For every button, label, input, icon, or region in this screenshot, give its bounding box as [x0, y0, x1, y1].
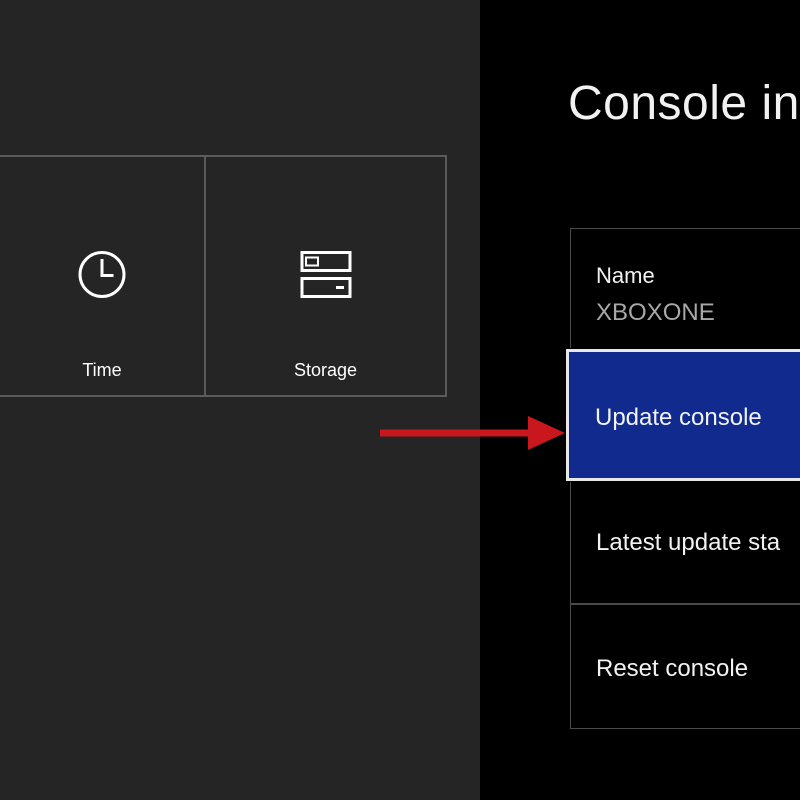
- reset-console-button[interactable]: Reset console: [570, 604, 800, 729]
- storage-icon: [300, 249, 352, 306]
- latest-update-status-label: Latest update sta: [596, 529, 781, 556]
- settings-tile-grid: Time Storage: [0, 155, 447, 397]
- time-tile-label: Time: [82, 360, 122, 380]
- console-name-label: Name: [596, 263, 655, 288]
- console-name-item[interactable]: Name XBOXONE: [570, 228, 800, 353]
- time-tile[interactable]: Time: [0, 157, 206, 395]
- clock-icon: [76, 249, 128, 306]
- reset-console-label: Reset console: [596, 655, 749, 682]
- annotation-arrow-icon: [380, 416, 565, 450]
- storage-tile[interactable]: Storage: [206, 157, 445, 395]
- update-console-label: Update console: [595, 404, 762, 431]
- update-console-button[interactable]: Update console: [566, 349, 800, 481]
- latest-update-status-button[interactable]: Latest update sta: [570, 481, 800, 604]
- storage-tile-label: Storage: [293, 360, 358, 380]
- settings-category-pane: Time Storage: [0, 0, 480, 800]
- console-info-pane: Console in Name XBOXONE Update console L…: [480, 0, 800, 800]
- page-title: Console in: [568, 77, 800, 130]
- console-name-value: XBOXONE: [596, 299, 715, 326]
